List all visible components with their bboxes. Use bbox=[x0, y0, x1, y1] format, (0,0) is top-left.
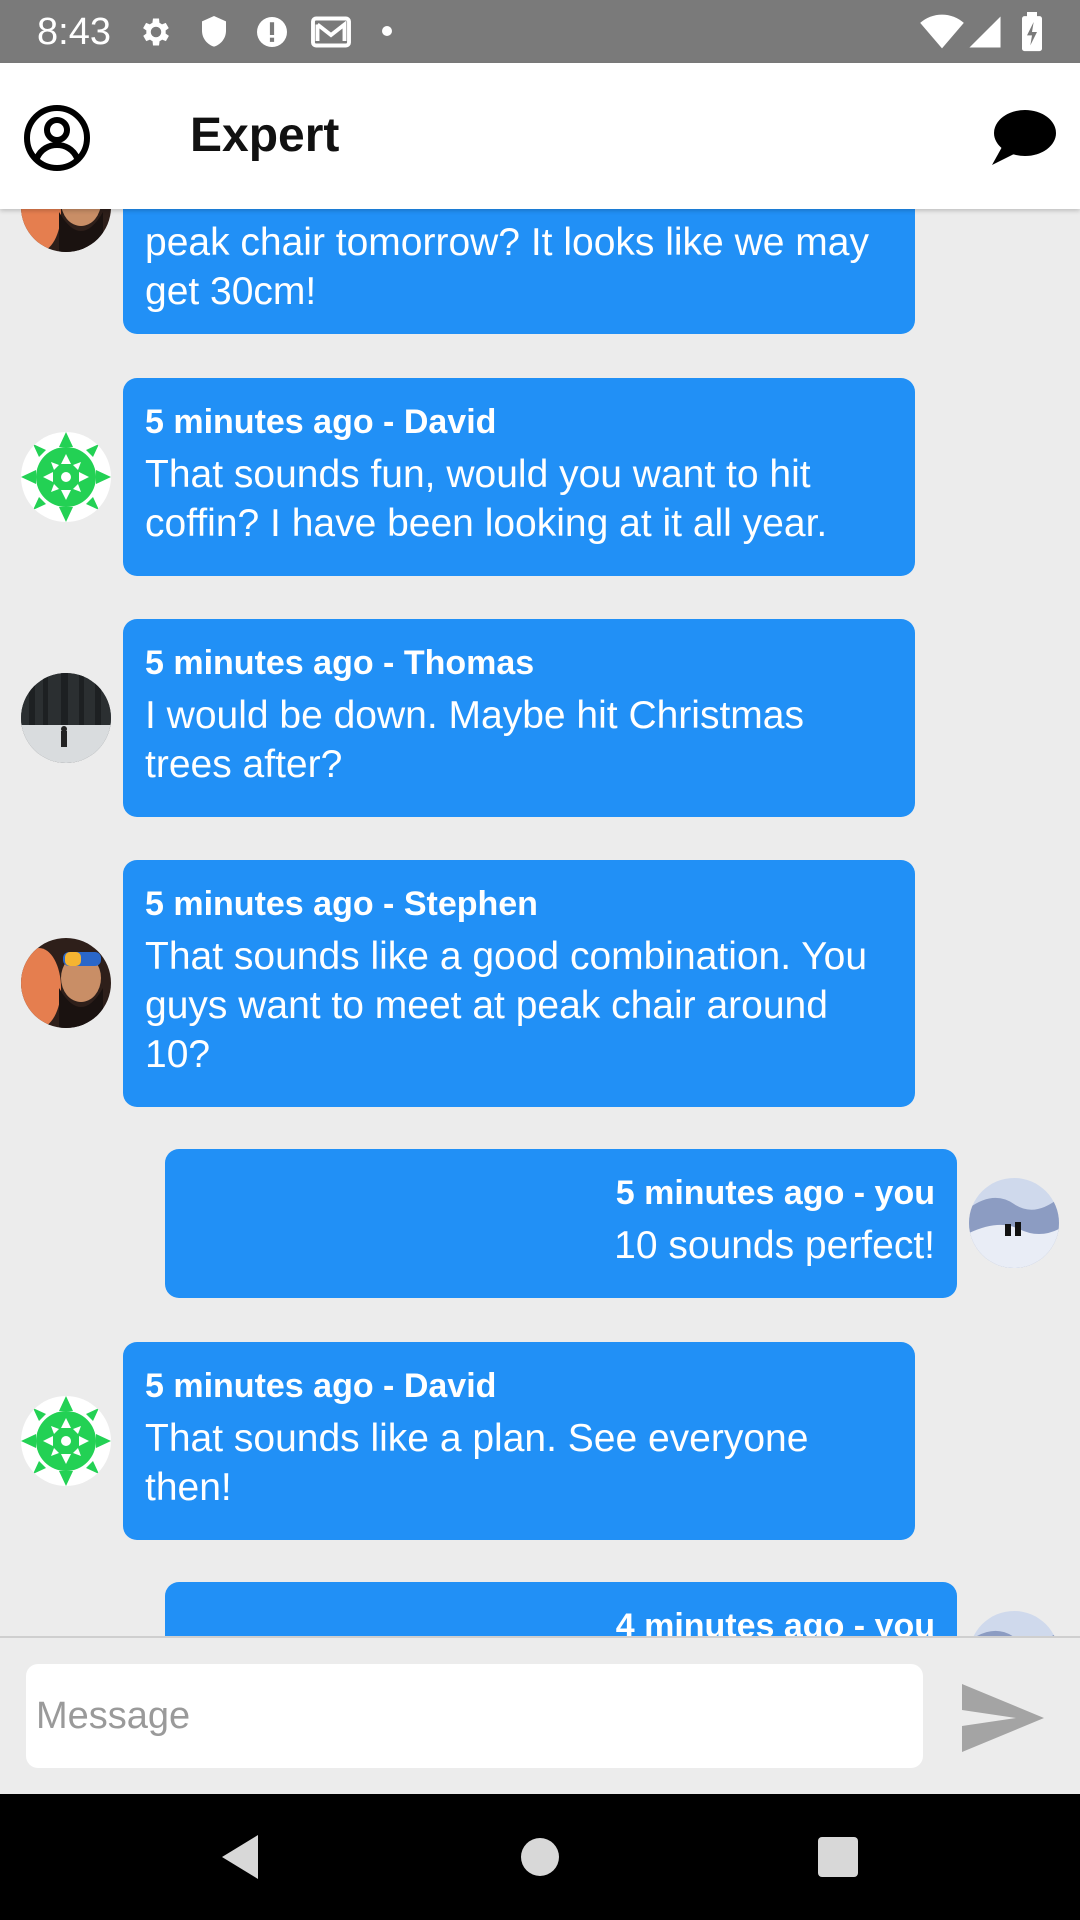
alert-icon bbox=[254, 12, 290, 57]
avatar-david[interactable] bbox=[21, 432, 111, 522]
message-bubble[interactable]: 4 minutes ago - you bbox=[165, 1582, 957, 1636]
avatar-stephen[interactable] bbox=[21, 938, 111, 1028]
recents-icon[interactable] bbox=[808, 1827, 868, 1887]
message-meta: 4 minutes ago - you bbox=[615, 1607, 935, 1636]
message-meta: 5 minutes ago - you bbox=[615, 1174, 935, 1212]
avatar-thomas[interactable] bbox=[21, 673, 111, 763]
message-meta: 5 minutes ago - Thomas bbox=[145, 644, 535, 682]
shield-icon bbox=[198, 12, 230, 57]
back-icon[interactable] bbox=[210, 1827, 270, 1887]
message-meta: 5 minutes ago - David bbox=[145, 403, 497, 441]
message-meta: 5 minutes ago - Stephen bbox=[145, 885, 538, 923]
page-title: Expert bbox=[190, 109, 340, 162]
dot-icon bbox=[380, 24, 394, 43]
home-icon[interactable] bbox=[510, 1827, 570, 1887]
message-text: peak chair tomorrow? It looks like we ma… bbox=[145, 221, 869, 313]
message-text: I would be down. Maybe hit Christmas tre… bbox=[145, 694, 804, 786]
signal-icon bbox=[966, 12, 1004, 57]
composer-bar bbox=[0, 1636, 1080, 1794]
avatar-david[interactable] bbox=[21, 1396, 111, 1486]
gear-icon bbox=[138, 12, 174, 57]
message-bubble[interactable]: peak chair tomorrow? It looks like we ma… bbox=[123, 209, 915, 334]
message-text: That sounds like a plan. See everyone th… bbox=[145, 1417, 809, 1509]
send-icon[interactable] bbox=[958, 1680, 1048, 1756]
battery-charging-icon bbox=[1020, 12, 1044, 57]
message-bubble[interactable]: 5 minutes ago - you 10 sounds perfect! bbox=[165, 1149, 957, 1298]
message-text: 10 sounds perfect! bbox=[614, 1224, 935, 1267]
chat-bubble-icon[interactable] bbox=[988, 103, 1058, 173]
avatar-you[interactable] bbox=[969, 1178, 1059, 1268]
avatar-stephen[interactable] bbox=[21, 209, 111, 252]
status-icons-right bbox=[920, 12, 1070, 52]
message-input[interactable] bbox=[26, 1664, 923, 1768]
message-bubble[interactable]: 5 minutes ago - Thomas I would be down. … bbox=[123, 619, 915, 817]
message-bubble[interactable]: 5 minutes ago - Stephen That sounds like… bbox=[123, 860, 915, 1107]
message-text: That sounds like a good combination. You… bbox=[145, 935, 868, 1076]
message-meta: 5 minutes ago - David bbox=[145, 1367, 497, 1405]
chat-list[interactable]: peak chair tomorrow? It looks like we ma… bbox=[0, 209, 1080, 1636]
message-bubble[interactable]: 5 minutes ago - David That sounds fun, w… bbox=[123, 378, 915, 576]
message-bubble[interactable]: 5 minutes ago - David That sounds like a… bbox=[123, 1342, 915, 1540]
status-time: 8:43 bbox=[37, 11, 111, 53]
system-nav-bar bbox=[0, 1794, 1080, 1920]
avatar-you[interactable] bbox=[969, 1611, 1059, 1636]
status-bar: 8:43 bbox=[0, 0, 1080, 63]
wifi-icon bbox=[920, 12, 964, 57]
account-circle-icon[interactable] bbox=[22, 103, 92, 173]
mail-icon bbox=[310, 12, 352, 57]
message-text: That sounds fun, would you want to hit c… bbox=[145, 453, 828, 545]
app-bar: Expert bbox=[0, 63, 1080, 209]
